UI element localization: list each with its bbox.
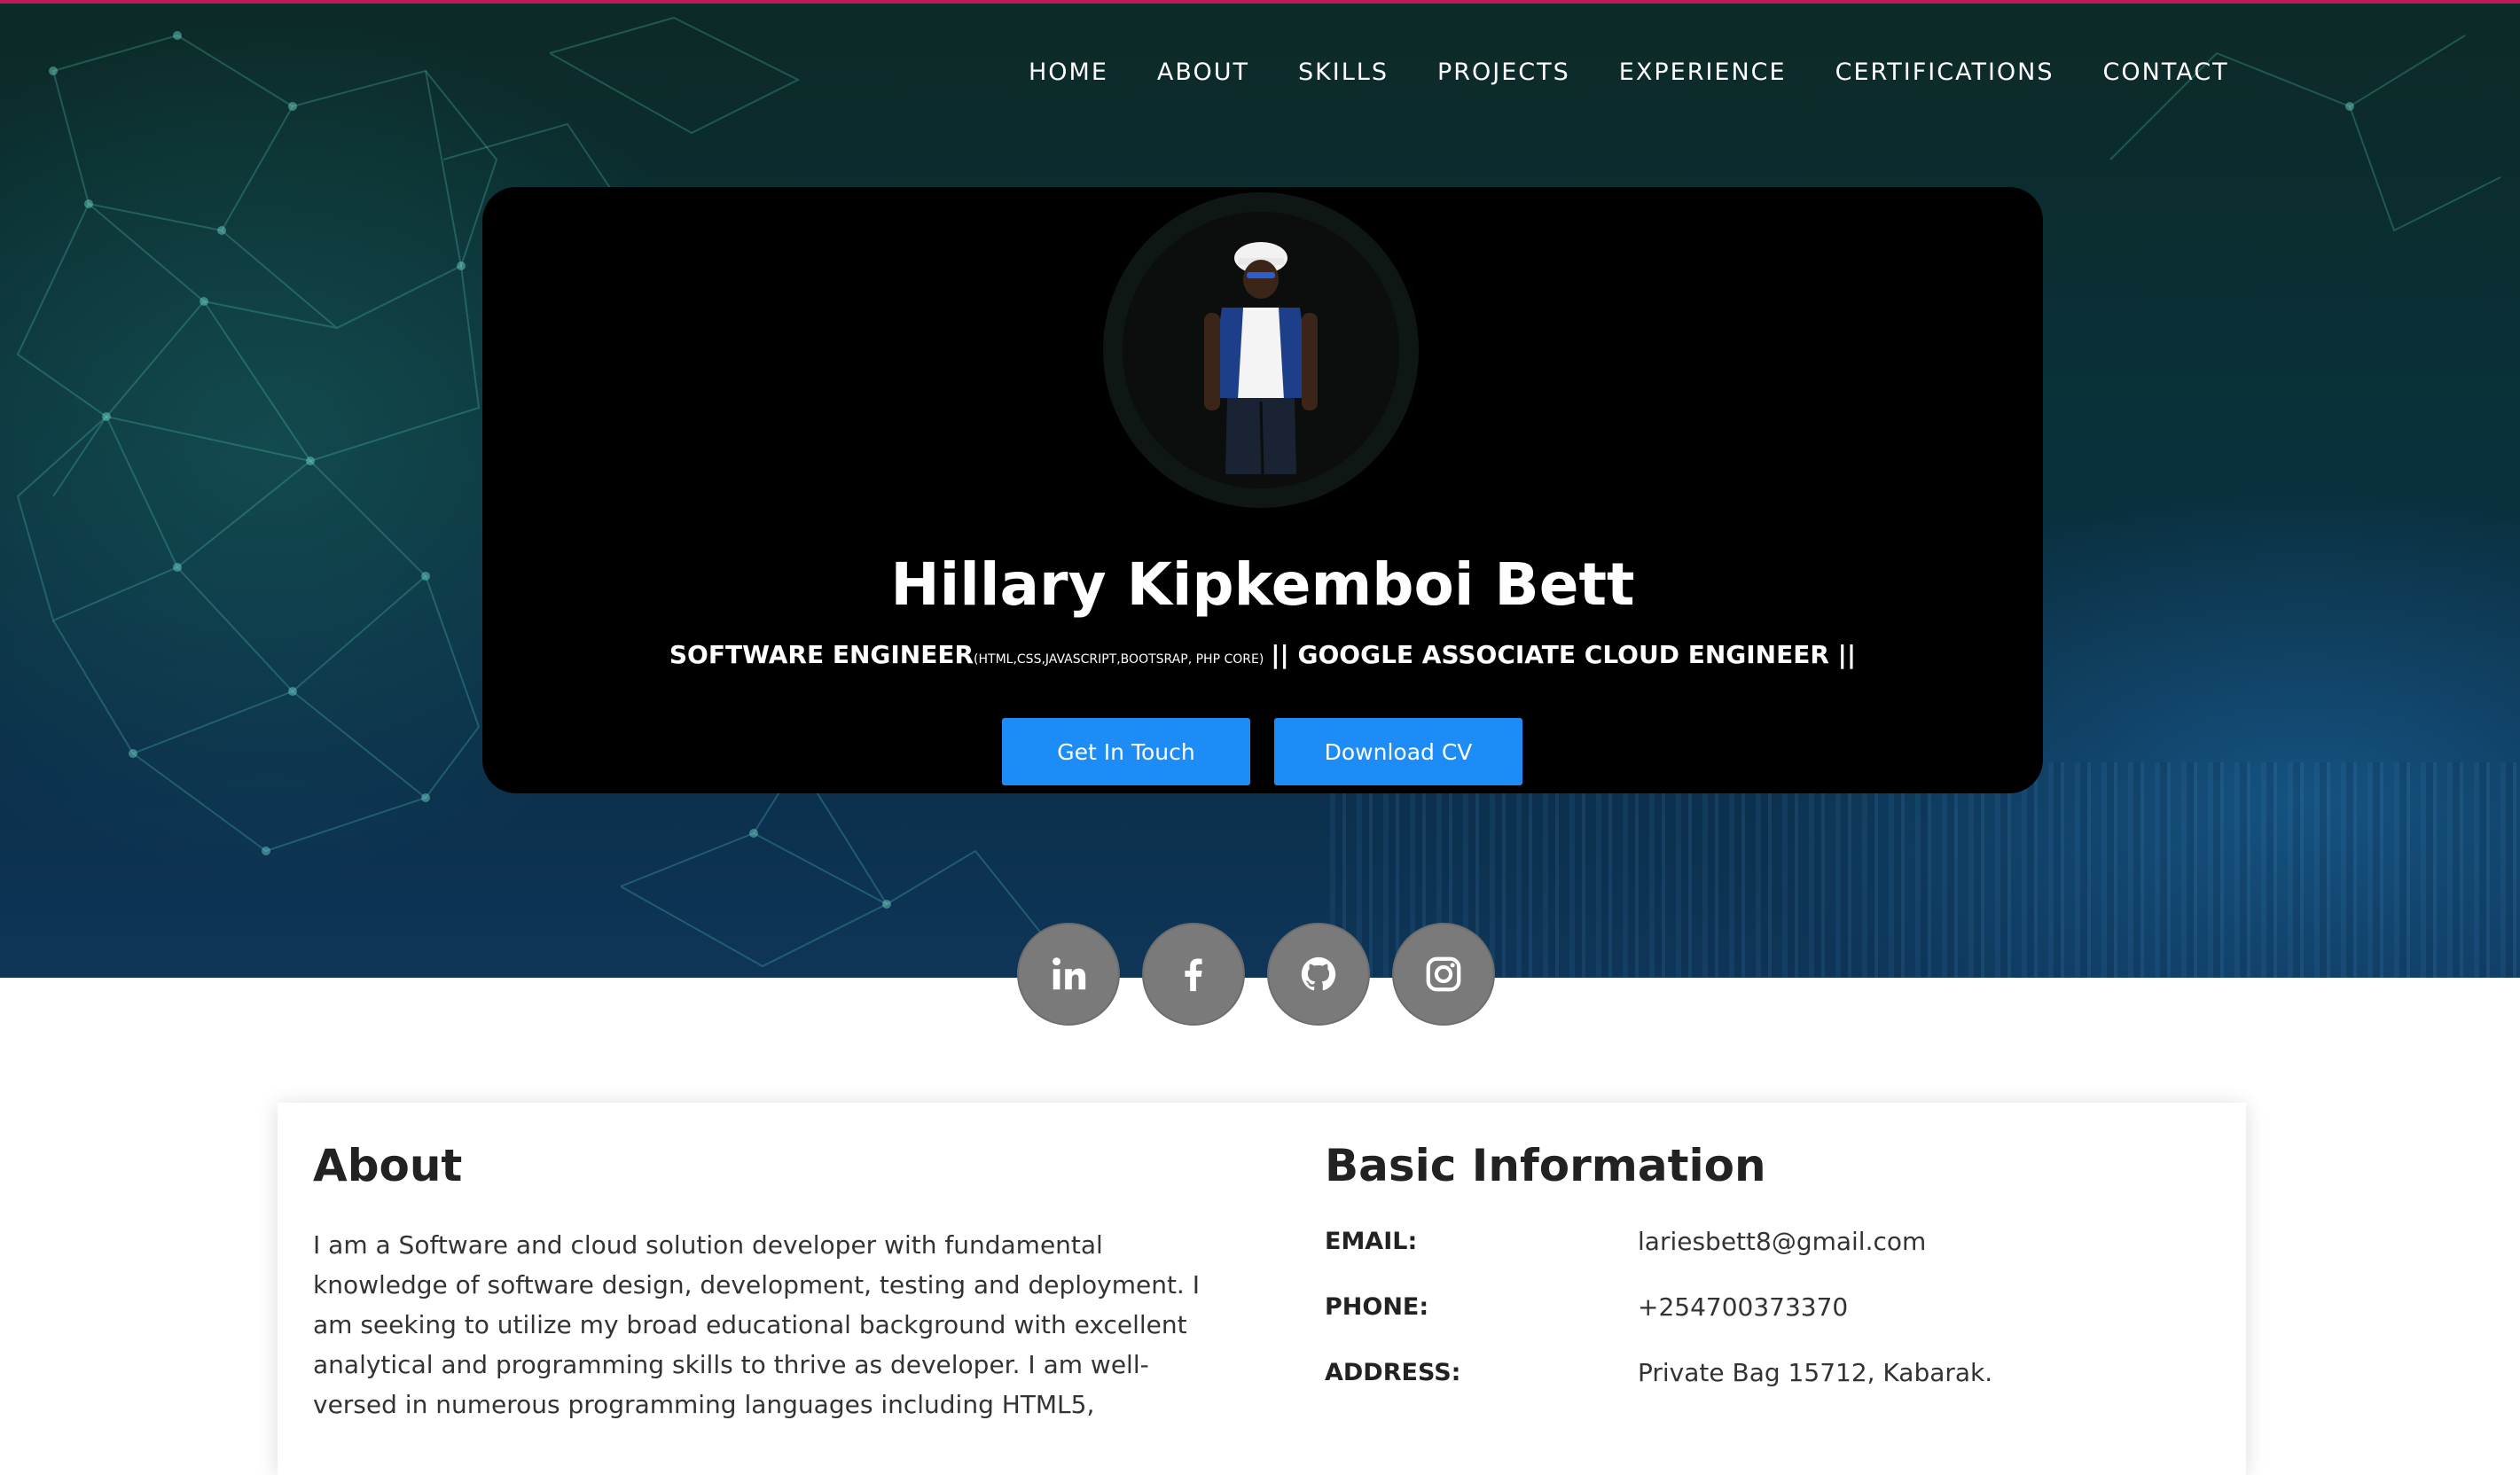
address-label: ADDRESS: [1325, 1359, 1461, 1386]
get-in-touch-button[interactable]: Get In Touch [1002, 718, 1250, 785]
title-main: SOFTWARE ENGINEER [669, 640, 974, 669]
nav-certifications[interactable]: CERTIFICATIONS [1835, 59, 2054, 86]
instagram-link[interactable] [1392, 923, 1495, 1026]
email-label: EMAIL: [1325, 1228, 1418, 1255]
about-line: knowledge of software design, developmen… [313, 1270, 1200, 1299]
about-heading: About [313, 1140, 463, 1191]
about-line: versed in numerous programming languages… [313, 1390, 1095, 1419]
title-tech-stack: (HTML,CSS,JAVASCRIPT,BOOTSRAP, PHP CORE) [974, 652, 1264, 667]
address-value: Private Bag 15712, Kabarak. [1638, 1358, 1993, 1387]
about-section: About I am a Software and cloud solution… [313, 1140, 1209, 1424]
linkedin-icon [1053, 957, 1086, 990]
nav-skills[interactable]: SKILLS [1298, 59, 1389, 86]
nav-projects[interactable]: PROJECTS [1437, 59, 1570, 86]
facebook-link[interactable] [1142, 923, 1245, 1026]
main-nav: HOME ABOUT SKILLS PROJECTS EXPERIENCE CE… [1029, 59, 2229, 86]
phone-value: +254700373370 [1638, 1292, 1849, 1322]
download-cv-button[interactable]: Download CV [1274, 718, 1522, 785]
avatar [1123, 212, 1399, 488]
github-icon [1301, 956, 1336, 991]
about-line: analytical and programming skills to thr… [313, 1350, 1149, 1379]
about-line: I am a Software and cloud solution devel… [313, 1230, 1103, 1260]
github-link[interactable] [1267, 923, 1370, 1026]
info-row-email: EMAIL: lariesbett8@gmail.com [1325, 1225, 2211, 1258]
phone-label: PHONE: [1325, 1293, 1429, 1321]
about-text: I am a Software and cloud solution devel… [313, 1225, 1209, 1424]
social-links [1017, 923, 1495, 1026]
nav-experience[interactable]: EXPERIENCE [1619, 59, 1787, 86]
profile-title: SOFTWARE ENGINEER(HTML,CSS,JAVASCRIPT,BO… [482, 640, 2043, 669]
profile-card: Hillary Kipkemboi Bett SOFTWARE ENGINEER… [482, 187, 2043, 793]
about-info-card: About I am a Software and cloud solution… [278, 1103, 2246, 1475]
linkedin-link[interactable] [1017, 923, 1120, 1026]
info-row-address: ADDRESS: Private Bag 15712, Kabarak. [1325, 1356, 2211, 1389]
nav-contact[interactable]: CONTACT [2103, 59, 2229, 86]
nav-about[interactable]: ABOUT [1157, 59, 1249, 86]
nav-home[interactable]: HOME [1029, 59, 1108, 86]
hero-section: HOME ABOUT SKILLS PROJECTS EXPERIENCE CE… [0, 0, 2520, 978]
title-cloud: || GOOGLE ASSOCIATE CLOUD ENGINEER || [1271, 640, 1857, 669]
info-row-phone: PHONE: +254700373370 [1325, 1291, 2211, 1323]
instagram-icon [1426, 956, 1461, 992]
basic-info-section: Basic Information EMAIL: lariesbett8@gma… [1325, 1140, 2211, 1389]
avatar-frame [1103, 192, 1419, 508]
facebook-icon [1185, 958, 1202, 992]
basic-info-heading: Basic Information [1325, 1140, 1766, 1191]
profile-name: Hillary Kipkemboi Bett [890, 550, 1635, 619]
about-line: am seeking to utilize my broad education… [313, 1310, 1187, 1339]
email-value: lariesbett8@gmail.com [1638, 1227, 1927, 1256]
light-stripes-decoration [1330, 762, 2520, 978]
